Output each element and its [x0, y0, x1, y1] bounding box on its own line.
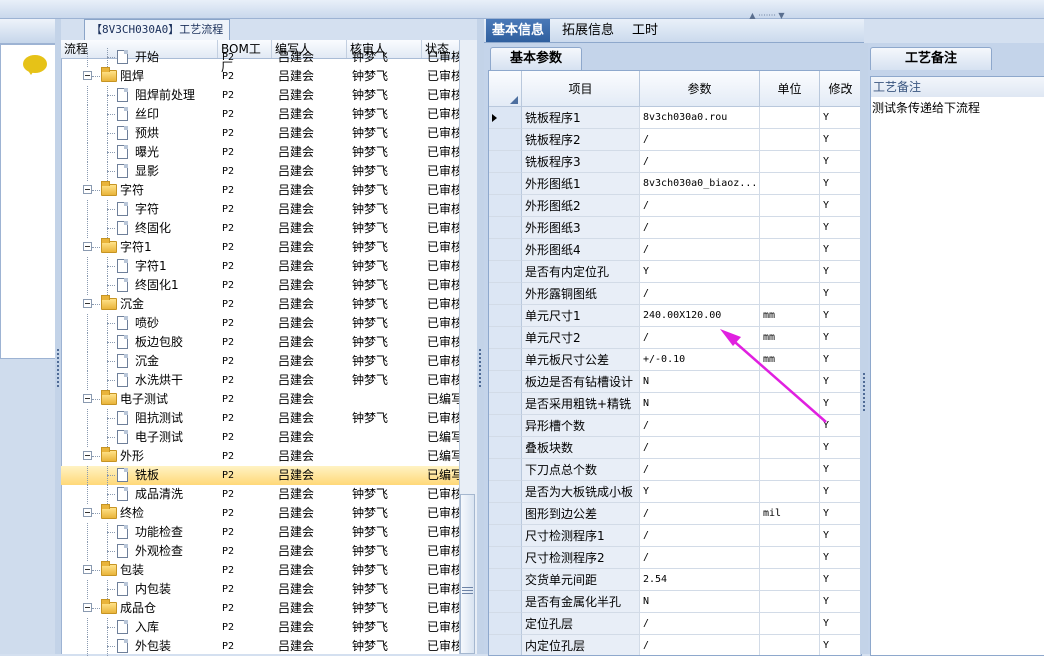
annotation-arrow-line — [727, 335, 827, 423]
annotation-arrow — [720, 329, 827, 423]
